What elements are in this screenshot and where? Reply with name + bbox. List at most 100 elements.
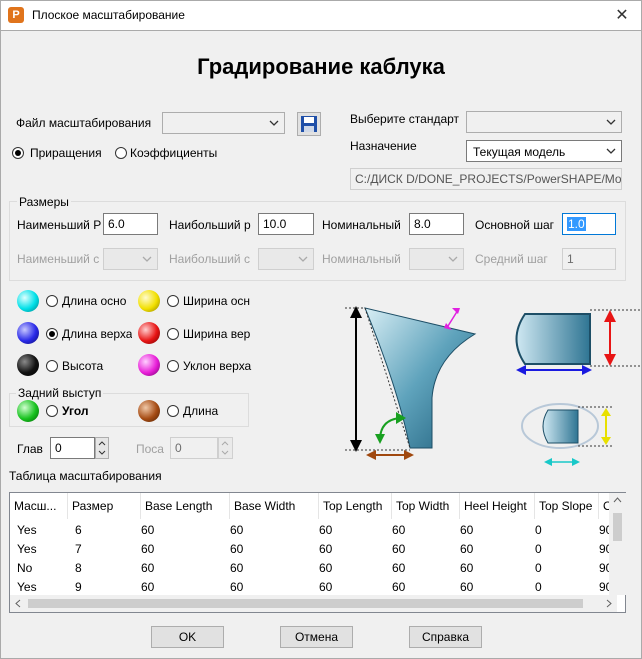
pos-spinner[interactable]: 0 (170, 437, 218, 459)
table-cell: No (17, 561, 33, 575)
file-combo[interactable] (162, 112, 285, 134)
table-cell: Yes (17, 523, 37, 537)
close-icon[interactable]: ✕ (610, 5, 634, 25)
table-cell: 60 (392, 523, 406, 537)
table-cell: 60 (460, 523, 474, 537)
chevron-down-icon (606, 148, 616, 154)
back-length-label: Длина (183, 404, 219, 418)
path-field: C:/ДИСК D/DONE_PROJECTS/PowerSHAPE/Моде (350, 168, 622, 190)
help-button[interactable]: Справка (409, 626, 482, 648)
mid-step-label: Средний шаг (475, 252, 548, 266)
app-icon: P (8, 7, 24, 23)
pos-label: Поса (136, 442, 164, 456)
table-cell: 60 (319, 561, 333, 575)
save-file-button[interactable] (297, 112, 321, 136)
column-header[interactable]: Base Width (230, 493, 319, 519)
brown-ball-icon (138, 400, 160, 422)
scroll-arrows-icon (15, 599, 612, 608)
chevron-down-icon (269, 120, 279, 126)
pos-spinner-buttons[interactable] (218, 437, 233, 459)
table-cell: 60 (460, 561, 474, 575)
param-label-height: Высота (62, 359, 104, 373)
param-label-top-length: Длина верха (62, 327, 132, 341)
yellow-ball-icon (138, 290, 160, 312)
back-group-label: Задний выступ (16, 386, 104, 400)
largest-label: Наибольший р (169, 218, 251, 232)
table-title: Таблица масштабирования (9, 469, 162, 483)
base-step-label: Основной шаг (475, 218, 555, 232)
main-spinner-buttons[interactable] (95, 437, 109, 459)
param-radio-top-width[interactable] (167, 328, 179, 340)
column-header[interactable]: Top Length (319, 493, 392, 519)
table-cell: 0 (535, 561, 542, 575)
chevron-down-icon (298, 256, 308, 262)
table-cell: 60 (230, 561, 244, 575)
table-cell: 60 (230, 542, 244, 556)
back-length-radio[interactable] (167, 405, 179, 417)
purpose-combo[interactable]: Текущая модель (466, 140, 622, 162)
standard-combo[interactable] (466, 111, 622, 133)
nominal2-combo[interactable] (409, 248, 464, 270)
chevron-down-icon (606, 119, 616, 125)
scroll-arrows-icon (613, 497, 622, 541)
table-cell: 0 (535, 542, 542, 556)
table-cell: 6 (75, 523, 82, 537)
largest2-combo[interactable] (258, 248, 314, 270)
column-header[interactable]: Top Width (392, 493, 460, 519)
param-radio-top-length[interactable] (46, 328, 58, 340)
smallest-input[interactable]: 6.0 (103, 213, 158, 235)
vertical-scrollbar[interactable] (609, 493, 626, 595)
file-label: Файл масштабирования (16, 116, 152, 130)
param-radio-base-length[interactable] (46, 295, 58, 307)
column-header[interactable]: Base Length (141, 493, 230, 519)
floppy-icon (301, 116, 317, 132)
main-spinner[interactable]: 0 (50, 437, 95, 459)
spin-arrows-icon (221, 441, 229, 455)
purpose-label: Назначение (350, 139, 417, 153)
table-cell: 60 (141, 561, 155, 575)
param-label-top-width: Ширина вер (183, 327, 250, 341)
param-radio-top-slope[interactable] (167, 360, 179, 372)
table-cell: Yes (17, 542, 37, 556)
spin-arrows-icon (98, 441, 106, 455)
largest-input[interactable]: 10.0 (258, 213, 314, 235)
red-ball-icon (138, 322, 160, 344)
param-label-top-slope: Уклон верха (183, 359, 252, 373)
table-cell: 60 (141, 542, 155, 556)
table-cell: 60 (392, 542, 406, 556)
green-ball-icon (17, 400, 39, 422)
table-cell: 60 (141, 523, 155, 537)
smallest2-combo[interactable] (103, 248, 158, 270)
largest2-label: Наибольший с (169, 252, 250, 266)
column-header[interactable]: Размер (68, 493, 141, 519)
column-header[interactable]: Масш... (10, 493, 68, 519)
table-cell: 60 (230, 523, 244, 537)
ok-button[interactable]: OK (151, 626, 224, 648)
nominal2-label: Номинальный (322, 252, 401, 266)
param-radio-height[interactable] (46, 360, 58, 372)
back-angle-radio[interactable] (46, 405, 58, 417)
cancel-button[interactable]: Отмена (280, 626, 353, 648)
smallest-label: Наименьший Р (17, 218, 102, 232)
black-ball-icon (17, 354, 39, 376)
table-cell: 60 (460, 542, 474, 556)
table-cell: 60 (319, 542, 333, 556)
sizes-group-label: Размеры (17, 195, 71, 209)
nominal-input[interactable]: 8.0 (409, 213, 464, 235)
param-radio-base-width[interactable] (167, 295, 179, 307)
base-step-input[interactable]: 1.0 (562, 213, 616, 235)
magenta-ball-icon (138, 354, 160, 376)
back-angle-label: Угол (62, 404, 89, 418)
column-header[interactable]: Top Slope (535, 493, 599, 519)
cyan-ball-icon (17, 290, 39, 312)
param-label-base-width: Ширина осн (183, 294, 250, 308)
blue-ball-icon (17, 322, 39, 344)
horizontal-scrollbar[interactable] (10, 595, 617, 612)
standard-label: Выберите стандарт (350, 112, 460, 126)
heel-diagram (345, 306, 640, 466)
mid-step-input[interactable]: 1 (562, 248, 616, 270)
coefficient-radio[interactable] (115, 147, 127, 159)
increment-label: Приращения (30, 146, 102, 160)
column-header[interactable]: Heel Height (460, 493, 535, 519)
increment-radio[interactable] (12, 147, 24, 159)
